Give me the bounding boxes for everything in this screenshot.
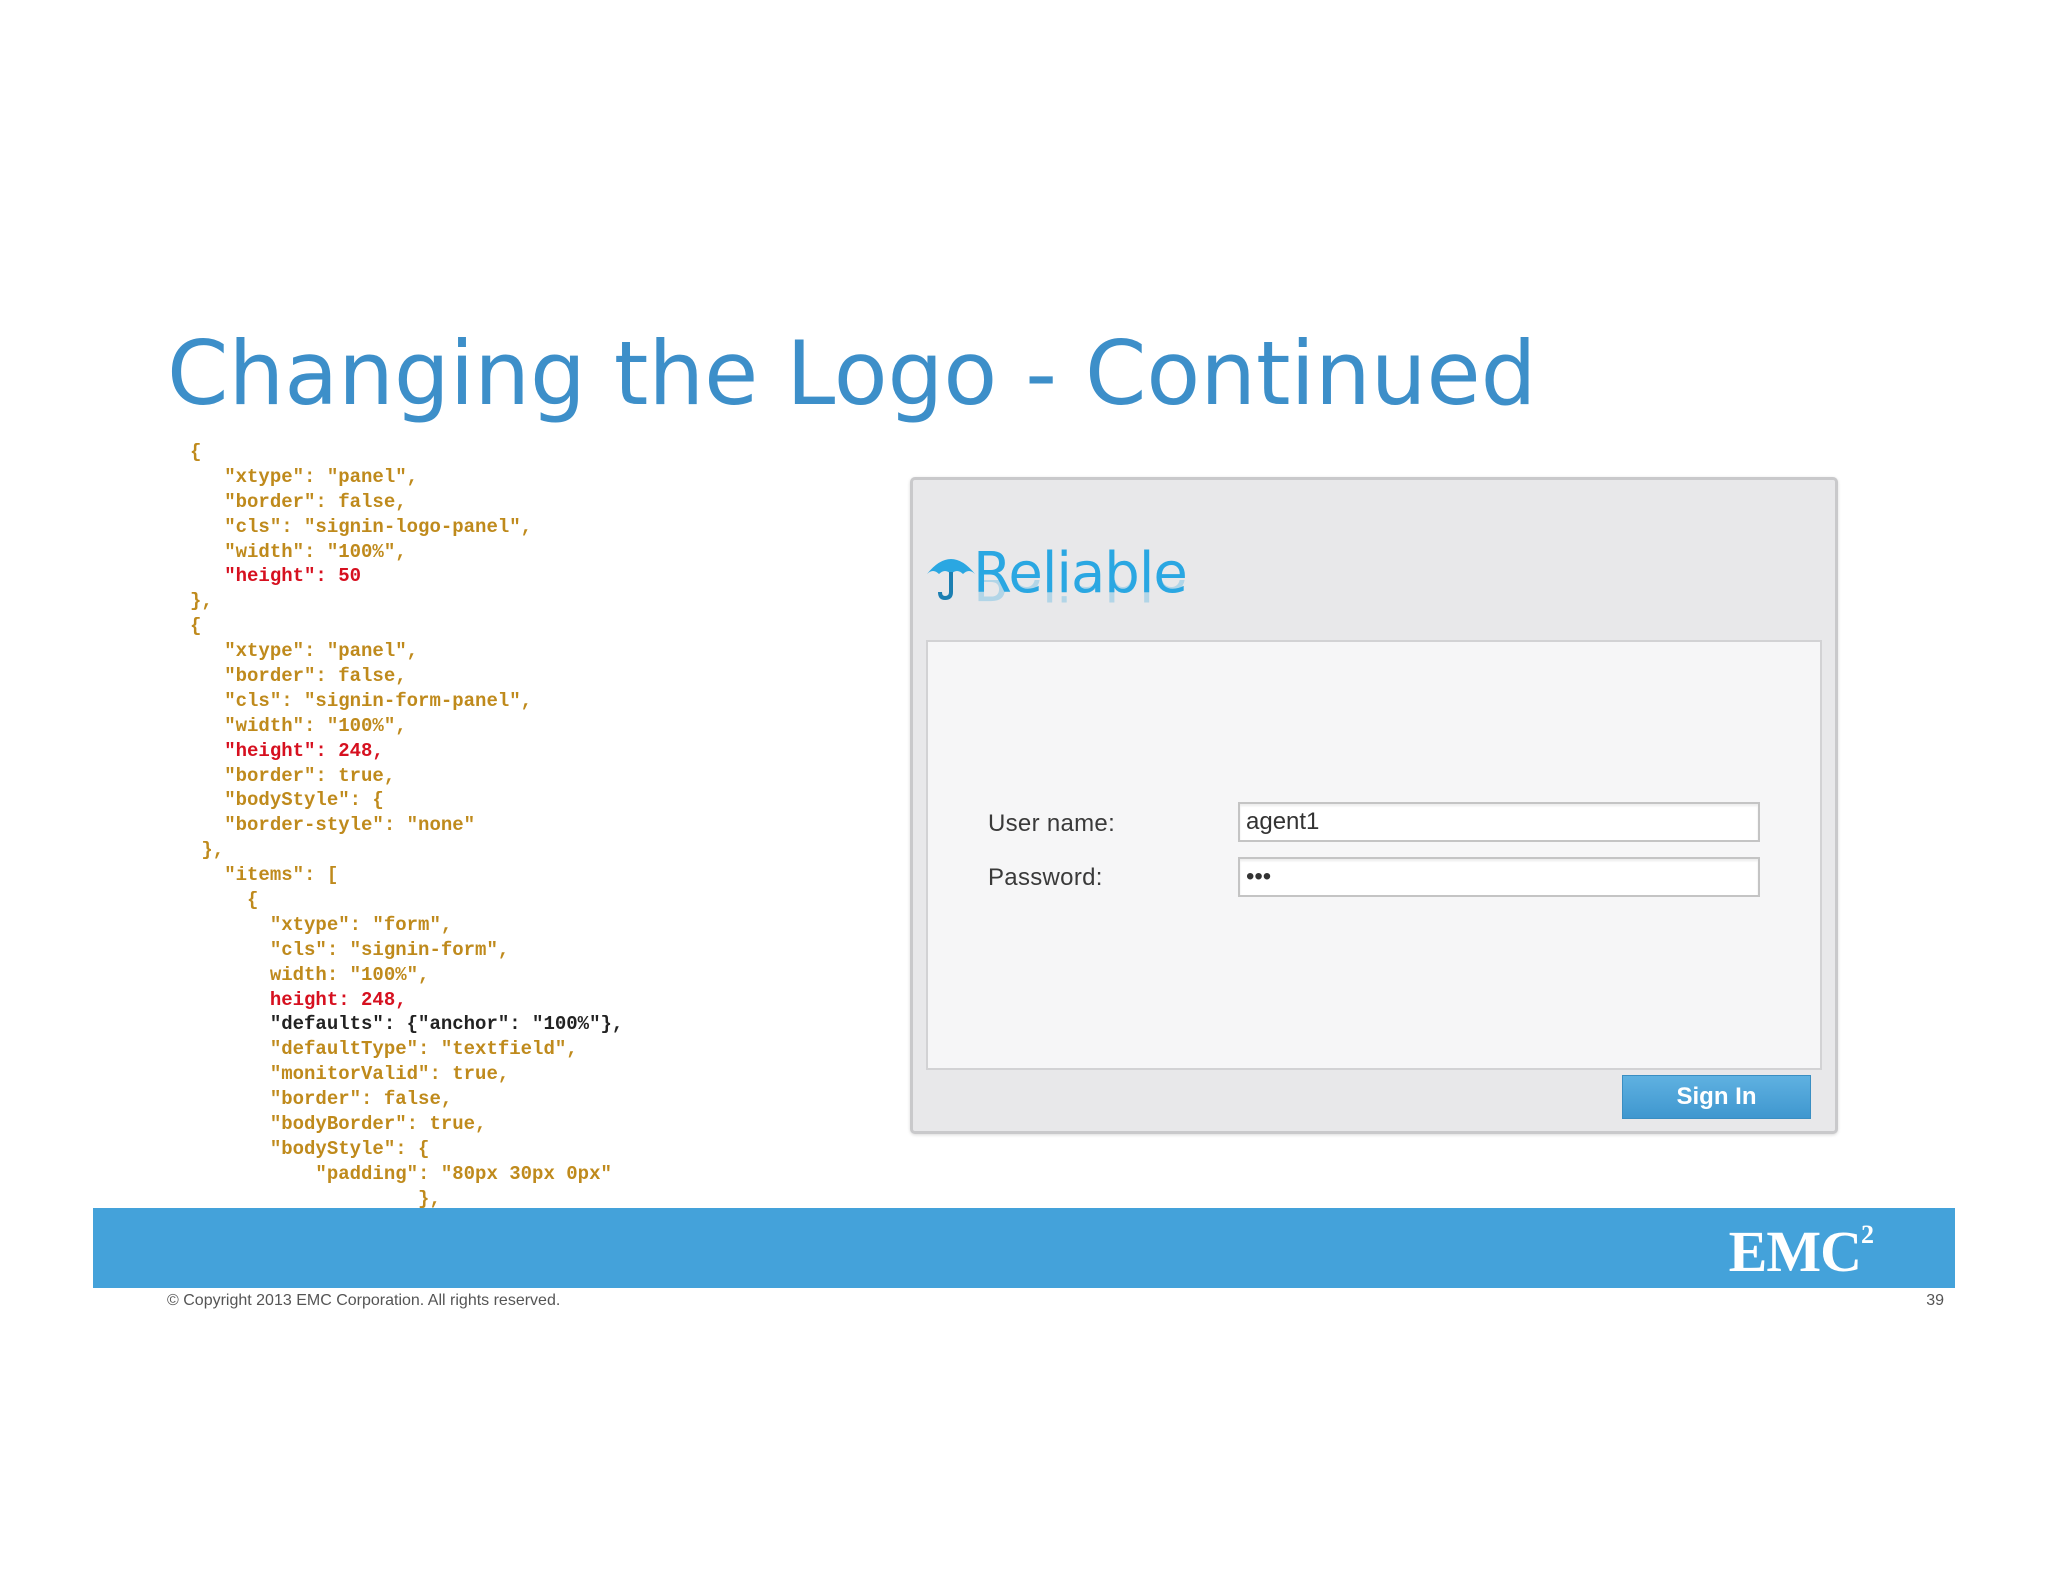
code-line: "height": 50	[190, 565, 362, 588]
password-label: Password:	[988, 864, 1103, 891]
emc-logo: EMC2	[1728, 1219, 1874, 1284]
code-line: },	[190, 590, 213, 613]
signin-button[interactable]: Sign In	[1622, 1075, 1811, 1119]
code-line: "height": 248,	[190, 739, 384, 762]
username-input[interactable]	[1238, 802, 1760, 842]
username-label: User name:	[988, 810, 1116, 837]
code-line: "bodyStyle": {	[190, 789, 384, 812]
code-line: "cls": "signin-logo-panel",	[190, 515, 533, 538]
emc-logo-text: EMC	[1728, 1219, 1862, 1284]
code-line: "border-style": "none"	[190, 814, 476, 837]
code-line: "width": "100%",	[190, 714, 407, 737]
code-line: "xtype": "panel",	[190, 465, 419, 488]
code-line: "border": false,	[190, 665, 407, 688]
code-line: height: 248,	[190, 988, 407, 1011]
logo-reflection: Reliable	[973, 580, 1187, 610]
code-line: "border": true,	[190, 764, 396, 787]
code-line: "border": false,	[190, 490, 407, 513]
footer-bar: EMC2	[93, 1208, 1955, 1288]
code-line: width: "100%",	[190, 963, 430, 986]
code-line: "items": [	[190, 864, 339, 887]
code-sample: { "xtype": "panel", "border": false, "cl…	[190, 440, 910, 1212]
code-line: "xtype": "form",	[190, 913, 453, 936]
code-line: "bodyStyle": {	[190, 1137, 430, 1160]
signin-screenshot: Reliable Reliable User name: Password: S…	[910, 477, 1838, 1134]
code-line: "cls": "signin-form",	[190, 938, 510, 961]
slide-title: Changing the Logo - Continued	[167, 322, 1537, 425]
emc-logo-superscript: 2	[1861, 1220, 1874, 1249]
code-line: "cls": "signin-form-panel",	[190, 689, 533, 712]
page-number: 39	[1926, 1292, 1944, 1309]
code-line: "border": false,	[190, 1088, 453, 1111]
code-line: "monitorValid": true,	[190, 1063, 510, 1086]
copyright-text: © Copyright 2013 EMC Corporation. All ri…	[167, 1292, 561, 1309]
code-line: "bodyBorder": true,	[190, 1113, 487, 1136]
code-line: "xtype": "panel",	[190, 640, 419, 663]
password-input[interactable]	[1238, 857, 1760, 897]
code-line: {	[190, 889, 259, 912]
code-line: {	[190, 615, 202, 638]
reliable-logo: Reliable Reliable	[925, 540, 1225, 620]
code-line: "defaults": {"anchor": "100%"},	[190, 1013, 624, 1036]
code-line: "padding": "80px 30px 0px"	[190, 1162, 612, 1185]
code-line: },	[190, 839, 225, 862]
umbrella-icon	[927, 559, 975, 600]
code-line: {	[190, 441, 202, 463]
signin-form-panel: User name: Password:	[926, 640, 1822, 1070]
code-line: "width": "100%",	[190, 540, 407, 563]
code-line: "defaultType": "textfield",	[190, 1038, 578, 1061]
